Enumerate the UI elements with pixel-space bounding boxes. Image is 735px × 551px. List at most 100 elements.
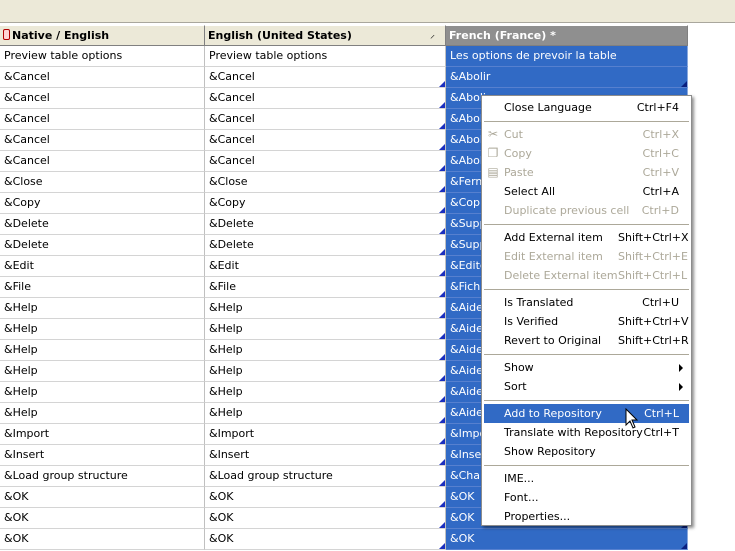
native-cell[interactable]: &Help <box>0 382 205 403</box>
modified-marker-icon <box>439 165 445 171</box>
menu-item-cut[interactable]: ✂ Cut Ctrl+X <box>484 125 689 144</box>
modified-marker-icon <box>681 81 687 87</box>
modified-marker-icon <box>439 333 445 339</box>
modified-marker-icon <box>439 144 445 150</box>
menu-item-delete-external-item[interactable]: Delete External item Shift+Ctrl+L <box>484 266 689 285</box>
native-cell[interactable]: &Cancel <box>0 109 205 130</box>
modified-marker-icon <box>681 543 687 549</box>
english-cell[interactable]: &Close <box>205 172 446 193</box>
modified-marker-icon <box>439 186 445 192</box>
modified-marker-icon <box>439 354 445 360</box>
english-cell[interactable]: &Help <box>205 403 446 424</box>
table-row[interactable]: Preview table options Preview table optio… <box>0 46 688 67</box>
modified-marker-icon <box>439 270 445 276</box>
menu-item-duplicate-previous-cell[interactable]: Duplicate previous cell Ctrl+D <box>484 201 689 220</box>
native-cell[interactable]: &Edit <box>0 256 205 277</box>
english-cell[interactable]: &Cancel <box>205 151 446 172</box>
french-cell[interactable]: &OK <box>446 529 688 550</box>
submenu-arrow-icon <box>679 364 683 372</box>
menu-separator <box>484 121 689 122</box>
native-cell[interactable]: &Cancel <box>0 88 205 109</box>
english-cell[interactable]: &Help <box>205 382 446 403</box>
menu-item-show[interactable]: Show <box>484 358 689 377</box>
native-cell[interactable]: &Help <box>0 361 205 382</box>
paste-icon: ▤ <box>487 165 499 179</box>
modified-marker-icon <box>439 207 445 213</box>
mouse-cursor-icon <box>625 408 639 429</box>
english-cell[interactable]: &Cancel <box>205 67 446 88</box>
modified-marker-icon <box>439 123 445 129</box>
english-cell[interactable]: &Delete <box>205 214 446 235</box>
modified-marker-icon <box>439 417 445 423</box>
english-cell[interactable]: &OK <box>205 529 446 550</box>
menu-item-add-to-repository[interactable]: Add to Repository Ctrl+L <box>484 404 689 423</box>
menu-item-add-external-item[interactable]: Add External item Shift+Ctrl+X <box>484 228 689 247</box>
modified-marker-icon <box>439 480 445 486</box>
menu-item-close-language[interactable]: Close Language Ctrl+F4 <box>484 98 689 117</box>
english-cell[interactable]: &Load group structure <box>205 466 446 487</box>
menu-item-font[interactable]: Font... <box>484 488 689 507</box>
english-cell[interactable]: &Help <box>205 361 446 382</box>
toolbar-area <box>0 0 735 23</box>
native-cell[interactable]: &File <box>0 277 205 298</box>
modified-marker-icon <box>439 459 445 465</box>
native-cell[interactable]: &Help <box>0 298 205 319</box>
native-cell[interactable]: Preview table options <box>0 46 205 67</box>
english-cell[interactable]: &Help <box>205 298 446 319</box>
english-cell[interactable]: &Cancel <box>205 130 446 151</box>
menu-item-ime[interactable]: IME... <box>484 469 689 488</box>
native-cell[interactable]: &Help <box>0 319 205 340</box>
english-cell[interactable]: &OK <box>205 508 446 529</box>
menu-item-properties[interactable]: Properties... <box>484 507 689 526</box>
native-cell[interactable]: &Help <box>0 340 205 361</box>
native-cell[interactable]: &Copy <box>0 193 205 214</box>
english-cell[interactable]: &Cancel <box>205 88 446 109</box>
native-cell[interactable]: &Help <box>0 403 205 424</box>
english-cell[interactable]: &Cancel <box>205 109 446 130</box>
native-cell[interactable]: &Delete <box>0 235 205 256</box>
table-row[interactable]: &Cancel &Cancel &Abolir <box>0 67 688 88</box>
english-cell[interactable]: &File <box>205 277 446 298</box>
menu-item-revert-to-original[interactable]: Revert to Original Shift+Ctrl+R <box>484 331 689 350</box>
english-cell[interactable]: &Help <box>205 319 446 340</box>
menu-item-copy[interactable]: ❐ Copy Ctrl+C <box>484 144 689 163</box>
menu-item-show-repository[interactable]: Show Repository <box>484 442 689 461</box>
modified-marker-icon <box>439 501 445 507</box>
native-cell[interactable]: &Cancel <box>0 130 205 151</box>
native-cell[interactable]: &OK <box>0 529 205 550</box>
menu-item-sort[interactable]: Sort <box>484 377 689 396</box>
menu-separator <box>484 400 689 401</box>
column-header-native[interactable]: Native / English <box>0 25 205 46</box>
column-header-english[interactable]: English (United States) ⸍ <box>205 25 446 46</box>
native-cell[interactable]: &Load group structure <box>0 466 205 487</box>
english-cell[interactable]: Preview table options <box>205 46 446 67</box>
menu-item-select-all[interactable]: Select All Ctrl+A <box>484 182 689 201</box>
native-cell[interactable]: &Cancel <box>0 67 205 88</box>
native-cell[interactable]: &Import <box>0 424 205 445</box>
english-cell[interactable]: &Edit <box>205 256 446 277</box>
menu-item-is-verified[interactable]: Is Verified Shift+Ctrl+V <box>484 312 689 331</box>
column-header-french[interactable]: French (France) * <box>446 25 688 46</box>
english-cell[interactable]: &Import <box>205 424 446 445</box>
menu-item-edit-external-item[interactable]: Edit External item Shift+Ctrl+E <box>484 247 689 266</box>
english-cell[interactable]: &Insert <box>205 445 446 466</box>
table-row[interactable]: &OK &OK &OK <box>0 529 688 550</box>
modified-marker-icon <box>439 375 445 381</box>
french-cell[interactable]: &Abolir <box>446 67 688 88</box>
native-cell[interactable]: &Insert <box>0 445 205 466</box>
native-cell[interactable]: &Delete <box>0 214 205 235</box>
native-cell[interactable]: &OK <box>0 508 205 529</box>
native-cell[interactable]: &OK <box>0 487 205 508</box>
english-cell[interactable]: &OK <box>205 487 446 508</box>
english-cell[interactable]: &Delete <box>205 235 446 256</box>
french-cell[interactable]: Les options de prevoir la table <box>446 46 688 67</box>
menu-item-translate-with-repository[interactable]: Translate with Repository Ctrl+T <box>484 423 689 442</box>
native-cell[interactable]: &Close <box>0 172 205 193</box>
copy-icon: ❐ <box>487 146 499 160</box>
english-cell[interactable]: &Copy <box>205 193 446 214</box>
english-cell[interactable]: &Help <box>205 340 446 361</box>
menu-item-paste[interactable]: ▤ Paste Ctrl+V <box>484 163 689 182</box>
menu-item-is-translated[interactable]: Is Translated Ctrl+U <box>484 293 689 312</box>
native-cell[interactable]: &Cancel <box>0 151 205 172</box>
menu-separator <box>484 224 689 225</box>
